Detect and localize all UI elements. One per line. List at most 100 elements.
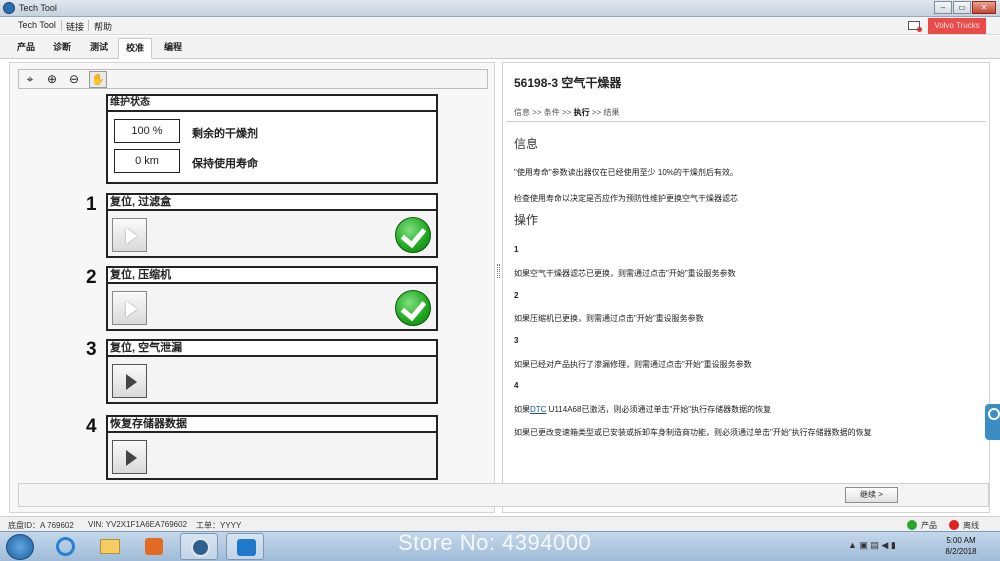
tab-program[interactable]: 编程 <box>157 38 189 59</box>
desiccant-remaining-value: 100 % <box>114 119 180 143</box>
divider <box>506 121 986 122</box>
step-number: 2 <box>86 267 97 288</box>
breadcrumb: 信息 >> 条件 >> 执行 >> 结果 <box>514 107 619 118</box>
step-reset-air-leak: 复位, 空气泄漏 <box>106 339 438 404</box>
info-line: "使用寿命"参数读出器仅在已经使用至少 10%的干燥剂后有效。 <box>514 168 738 177</box>
operation-number: 1 <box>514 245 519 254</box>
clock-time: 5:00 AM <box>946 536 976 545</box>
info-heading: 信息 <box>514 137 539 151</box>
operation-heading: 操作 <box>514 213 539 227</box>
tab-product[interactable]: 产品 <box>10 38 42 59</box>
zoom-fit-icon[interactable]: ⌖ <box>21 71 39 88</box>
start-step-button[interactable] <box>112 364 147 398</box>
product-status-label: 产品 <box>921 521 937 530</box>
offline-status-icon <box>949 520 959 530</box>
product-status-icon <box>907 520 917 530</box>
operation-number: 2 <box>514 291 519 300</box>
tab-test[interactable]: 测试 <box>83 38 115 59</box>
pan-hand-icon[interactable]: ✋ <box>89 71 107 88</box>
media-player-icon <box>145 538 163 555</box>
procedure-title: 56198-3 空气干燥器 <box>514 76 622 90</box>
maintenance-status-box: 维护状态 100 % 剩余的干燥剂 0 km 保持使用寿命 <box>106 94 438 184</box>
panel-splitter[interactable] <box>497 264 500 278</box>
chassis-id: 底盘ID：A 769602 <box>8 521 74 530</box>
tech-tool-icon <box>191 538 210 557</box>
start-button[interactable] <box>6 534 34 560</box>
view-toolbar: ⌖ ⊕ ⊖ ✋ <box>18 69 488 89</box>
internet-explorer-icon <box>56 537 75 556</box>
operation-text: 如果已经对产品执行了渗漏修理，则需通过点击"开始"重设服务参数 <box>514 360 752 369</box>
window-title-bar: Tech Tool – ▭ ✕ <box>0 0 1000 17</box>
instructions-panel: 56198-3 空气干燥器 信息 >> 条件 >> 执行 >> 结果 信息 "使… <box>502 62 990 513</box>
step-number: 1 <box>86 194 97 215</box>
step-reset-compressor: 复位, 压缩机 <box>106 266 438 331</box>
close-button[interactable]: ✕ <box>972 1 996 14</box>
menu-links[interactable]: 链接 <box>66 20 84 33</box>
start-step-button[interactable] <box>112 440 147 474</box>
start-step-button[interactable] <box>112 291 147 325</box>
taskbar-teamviewer[interactable] <box>226 533 264 560</box>
menu-help[interactable]: 帮助 <box>94 20 112 33</box>
zoom-out-icon[interactable]: ⊖ <box>65 71 83 88</box>
step-title: 复位, 压缩机 <box>108 268 436 284</box>
maintenance-status-header: 维护状态 <box>108 96 436 112</box>
connection-status-button[interactable]: Volvo Trucks <box>928 18 986 34</box>
taskbar-tech-tool[interactable] <box>180 533 218 560</box>
menu-bar: Tech Tool 链接 帮助 Volvo Trucks <box>0 17 1000 35</box>
calibration-workflow-panel: ⌖ ⊕ ⊖ ✋ 维护状态 100 % 剩余的干燥剂 0 km 保持使用寿命 1 … <box>9 62 495 513</box>
breadcrumb-suffix: >> 结果 <box>589 108 620 117</box>
menu-tech-tool[interactable]: Tech Tool <box>18 20 56 30</box>
work-order: 工单：YYYY <box>196 521 242 530</box>
folder-icon <box>100 539 120 554</box>
taskbar-internet-explorer[interactable] <box>46 533 84 560</box>
step-title: 复位, 空气泄漏 <box>108 341 436 357</box>
operation-text: 如果DTC U114A68已激活，则必须通过单击"开始"执行存储器数据的恢复 <box>514 404 771 415</box>
taskbar-file-explorer[interactable] <box>91 533 129 560</box>
tech-tool-app-icon <box>3 2 15 14</box>
main-tab-bar: 产品 诊断 测试 校准 编程 <box>0 36 1000 59</box>
operation-note: 如果已更改变速箱类型或已安装或拆卸车身制造商功能，则必须通过单击"开始"执行存储… <box>514 428 872 437</box>
teamviewer-icon <box>237 539 256 556</box>
step-title: 恢复存储器数据 <box>108 417 436 433</box>
info-line: 检查使用寿命以决定是否应作为预防性维护更换空气干燥器滤芯 <box>514 194 738 203</box>
step-number: 3 <box>86 339 97 360</box>
breadcrumb-prefix: 信息 >> 条件 >> <box>514 108 574 117</box>
status-bar: 底盘ID：A 769602 VIN: YV2X1F1A6EA769602 工单：… <box>0 516 1000 531</box>
system-tray-icons[interactable]: ▲ ▣ ▤ ◀ ▮ <box>848 540 896 551</box>
operation-text-prefix: 如果 <box>514 405 530 414</box>
service-life-label: 保持使用寿命 <box>192 158 258 170</box>
breadcrumb-current: 执行 <box>573 108 590 117</box>
restore-button[interactable]: ▭ <box>953 1 971 14</box>
message-icon[interactable] <box>908 21 922 32</box>
operation-text: 如果压缩机已更换，则需通过点击"开始"重设服务参数 <box>514 314 704 323</box>
teamviewer-side-tab[interactable] <box>985 404 1000 440</box>
operation-number: 4 <box>514 381 519 390</box>
operation-text-rest: U114A68已激活，则必须通过单击"开始"执行存储器数据的恢复 <box>546 405 772 414</box>
step-number: 4 <box>86 416 97 437</box>
tab-calibrate[interactable]: 校准 <box>118 38 153 59</box>
step-title: 复位, 过滤盒 <box>108 195 436 211</box>
dtc-link[interactable]: DTC <box>530 405 546 414</box>
zoom-in-icon[interactable]: ⊕ <box>43 71 61 88</box>
service-life-value: 0 km <box>114 149 180 173</box>
tab-diagnose[interactable]: 诊断 <box>46 38 78 59</box>
completed-check-icon <box>395 290 431 326</box>
minimize-button[interactable]: – <box>934 1 952 14</box>
operation-number: 3 <box>514 336 519 345</box>
completed-check-icon <box>395 217 431 253</box>
desiccant-remaining-label: 剩余的干燥剂 <box>192 128 258 140</box>
continue-button[interactable]: 继续 > <box>845 487 898 503</box>
start-step-button[interactable] <box>112 218 147 252</box>
window-title: Tech Tool <box>19 3 57 13</box>
vin-number: VIN: YV2X1F1A6EA769602 <box>88 520 188 529</box>
clock-date: 8/2/2018 <box>945 547 977 556</box>
operation-text: 如果空气干燥器滤芯已更换，则需通过点击"开始"重设服务参数 <box>514 269 736 278</box>
menu-separator <box>88 20 89 31</box>
window-controls: – ▭ ✕ <box>934 1 996 14</box>
taskbar-clock[interactable]: 5:00 AM 8/2/2018 <box>937 535 985 557</box>
offline-status-label: 离线 <box>963 521 979 530</box>
bottom-action-bar <box>18 483 989 507</box>
step-reset-filter: 复位, 过滤盒 <box>106 193 438 258</box>
taskbar-media-player[interactable] <box>135 533 173 560</box>
store-watermark: Store No: 4394000 <box>398 530 592 555</box>
